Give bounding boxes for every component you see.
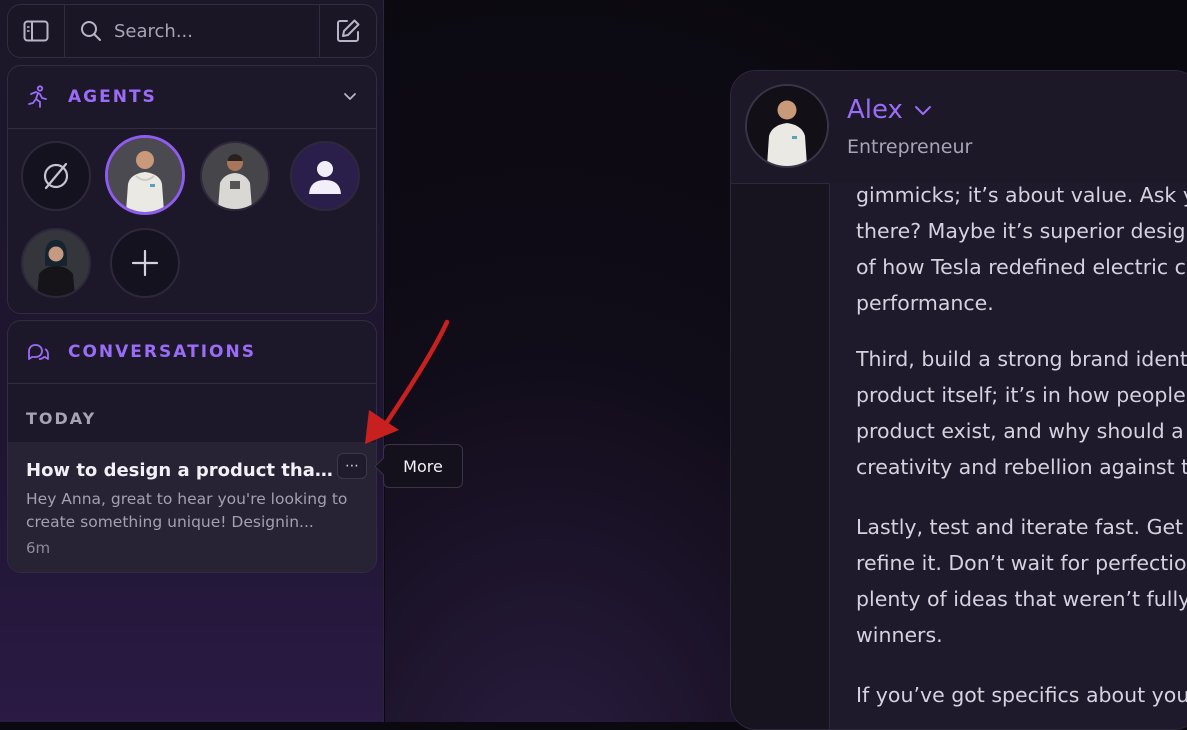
message-paragraph: gimmicks; it’s about value. Ask y there?… [856, 183, 1187, 315]
add-agent-button[interactable] [110, 228, 180, 298]
assistant-message: gimmicks; it’s about value. Ask y there?… [829, 183, 1187, 729]
no-agent-avatar[interactable] [21, 141, 91, 211]
person-avatar-image [23, 230, 89, 296]
compose-icon [337, 19, 360, 42]
agents-title: AGENTS [68, 87, 157, 107]
conversation-item[interactable]: How to design a product that st... Hey A… [8, 442, 376, 572]
person-avatar-image [747, 86, 827, 166]
sidebar: AGENTS [0, 0, 384, 722]
chevron-down-icon[interactable] [342, 88, 358, 104]
agent-avatar-4[interactable] [21, 228, 91, 298]
conversations-header: CONVERSATIONS [8, 321, 376, 384]
more-options-button[interactable]: ⋯ [337, 453, 367, 479]
conversation-preview: Hey Anna, great to hear you're looking t… [26, 490, 348, 531]
sidebar-icon [23, 20, 49, 42]
conversations-title: CONVERSATIONS [68, 342, 256, 362]
sidebar-topbar [7, 4, 377, 58]
chat-card: Alex Entrepreneur gimmicks; it’s about v… [730, 70, 1187, 730]
empty-set-icon [43, 162, 69, 190]
section-label-today: TODAY [26, 409, 97, 428]
message-paragraph: If you’ve got specifics about you [856, 683, 1187, 707]
user-silhouette-icon [309, 161, 341, 194]
plus-icon [131, 249, 159, 277]
agent-avatar-default[interactable] [290, 141, 360, 211]
person-avatar-image [108, 138, 182, 212]
toggle-sidebar-button[interactable] [8, 5, 65, 57]
message-paragraph: Lastly, test and iterate fast. Get a ref… [856, 515, 1187, 647]
chat-agent-avatar[interactable] [745, 84, 829, 168]
chat-agent-role: Entrepreneur [847, 136, 973, 158]
search-input[interactable] [112, 19, 296, 43]
agent-avatar-2[interactable] [200, 141, 270, 211]
new-conversation-button[interactable] [319, 5, 376, 57]
conversation-time: 6m [26, 539, 51, 557]
search-box [66, 5, 318, 57]
agent-avatar-alex[interactable] [105, 135, 185, 215]
search-icon [81, 21, 101, 41]
chat-bubbles-icon [26, 340, 50, 364]
message-paragraph: Third, build a strong brand ident produc… [856, 347, 1187, 479]
agents-header[interactable]: AGENTS [8, 66, 376, 129]
chat-agent-name[interactable]: Alex [847, 95, 903, 125]
running-figure-icon [26, 85, 50, 109]
conversations-panel: CONVERSATIONS TODAY How to design a prod… [7, 320, 377, 573]
red-annotation-arrow [365, 319, 450, 444]
person-avatar-image [202, 143, 268, 209]
agents-panel: AGENTS [7, 65, 377, 314]
conversation-title: How to design a product that st... [26, 460, 341, 481]
chat-header: Alex Entrepreneur [731, 71, 1187, 184]
chevron-down-icon[interactable] [913, 103, 933, 119]
